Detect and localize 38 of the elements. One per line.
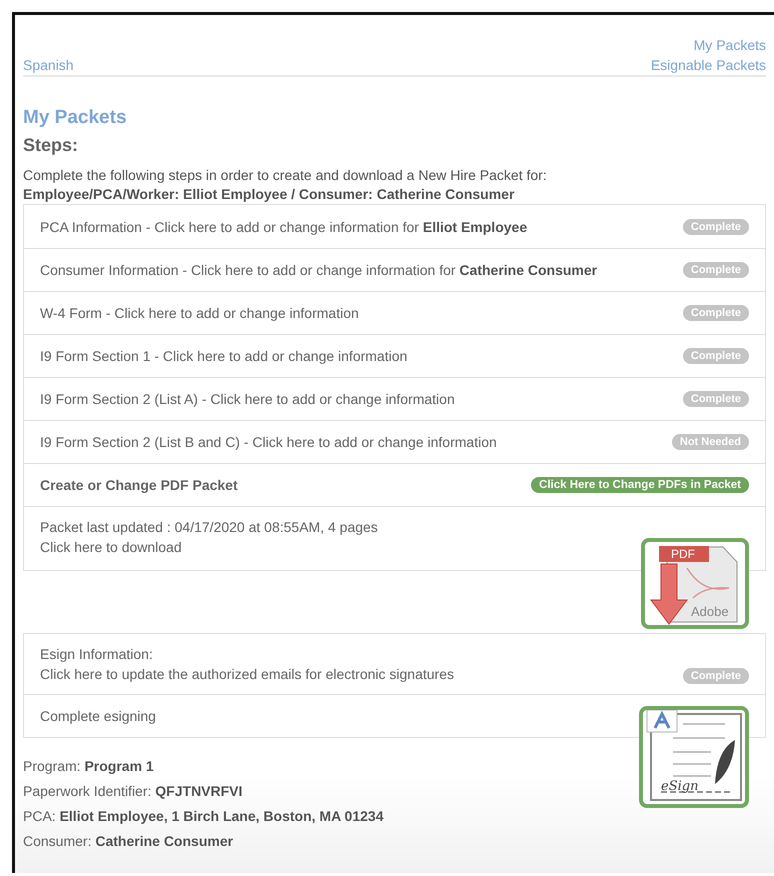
step-link[interactable]: Click here to update the authorized emails for electronic signatures (40, 666, 454, 682)
subject-text: Employee/PCA/Worker: Elliot Employee / Consumer: Catherine Consumer (23, 186, 516, 202)
detail-text: Program: Program 1 (23, 758, 154, 774)
status-badge: Complete (682, 348, 749, 364)
status-badge: Complete (682, 668, 749, 684)
detail-text: Consumer: Catherine Consumer (23, 833, 234, 849)
step-link[interactable]: I9 Form Section 2 (List A) - Click here to add or change information (40, 391, 455, 407)
status-badge: Complete (682, 305, 749, 321)
quill-icon (715, 740, 735, 784)
status-badge: Complete (682, 218, 749, 234)
pdf-label: PDF (671, 547, 695, 561)
step-link[interactable]: Complete esigning (40, 708, 156, 724)
step-link[interactable]: Esign Information: (40, 646, 454, 662)
step-link[interactable]: I9 Form Section 1 - Click here to add or change information (40, 348, 408, 364)
step-link[interactable]: I9 Form Section 2 (List B and C) - Click here to add or change information (40, 434, 497, 450)
detail-text: Paperwork Identifier: QFJTNVRFVI (23, 783, 242, 799)
intro-text: Complete the following steps in order to create and download a New Hire Packet for: (23, 167, 548, 183)
status-badge: Not Needed (672, 434, 749, 450)
esign-label: eSign (661, 779, 698, 794)
detail-text: PCA: Elliot Employee, 1 Birch Lane, Boston, MA 01234 (23, 808, 384, 824)
signed-document-icon[interactable]: eSign (639, 706, 749, 808)
change-pdfs-button[interactable]: Click Here to Change PDFs in Packet (531, 477, 749, 493)
step-link[interactable]: Consumer Information - Click here to add or change information for Catherine Consumer (40, 262, 598, 278)
step-link[interactable]: Create or Change PDF Packet (40, 477, 238, 493)
section-heading: Steps: (23, 135, 80, 156)
page-title: My Packets (23, 107, 128, 129)
step-link[interactable]: Packet last updated : 04/17/2020 at 08:55AM, 4 pages (40, 519, 378, 535)
step-link[interactable]: PCA Information - Click here to add or change information for Elliot Employee (40, 218, 528, 234)
text-lines-icon (672, 724, 726, 776)
letter-tab-icon (646, 710, 678, 732)
down-arrow-icon (650, 564, 688, 625)
acrobat-swirl-icon (686, 568, 730, 599)
pdf-download-icon[interactable]: PDF Adobe (641, 538, 749, 629)
status-badge: Complete (682, 262, 749, 278)
step-link[interactable]: Click here to download (40, 539, 378, 555)
step-link[interactable]: W-4 Form - Click here to add or change information (40, 305, 359, 321)
status-badge: Complete (682, 391, 749, 407)
brand-label: Adobe (691, 604, 729, 619)
